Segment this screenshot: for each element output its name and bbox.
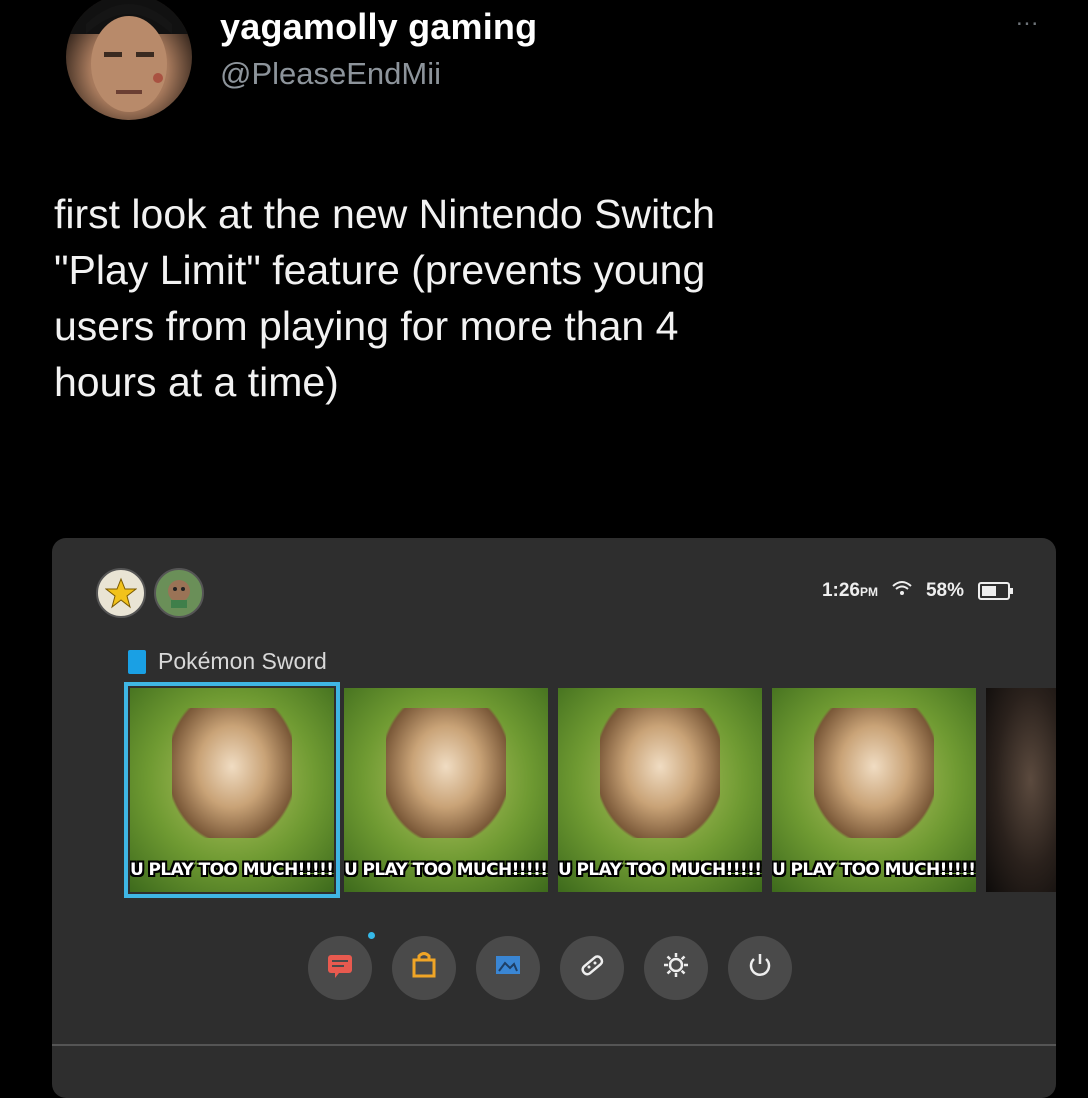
clock: 1:26PM bbox=[822, 580, 878, 602]
tweet-text-line: users from playing for more than 4 bbox=[54, 303, 679, 349]
monkey-image bbox=[172, 708, 292, 838]
monkey-image bbox=[814, 708, 934, 838]
game-tiles: U PLAY TOO MUCH!!!!!! U PLAY TOO MUCH!!!… bbox=[124, 682, 1056, 898]
tweet-header: yagamolly gaming @PleaseEndMii ... bbox=[52, 0, 1088, 130]
game-tile[interactable]: U PLAY TOO MUCH!!!!!! bbox=[558, 688, 762, 892]
tweet-text-line: hours at a time) bbox=[54, 359, 339, 405]
tile-caption: U PLAY TOO MUCH!!!!!! bbox=[130, 860, 334, 880]
selected-game-title: Pokémon Sword bbox=[128, 648, 327, 675]
news-button[interactable] bbox=[308, 936, 372, 1000]
game-tile[interactable]: U PLAY TOO MUCH!!!!!! bbox=[772, 688, 976, 892]
game-tile[interactable]: U PLAY TOO MUCH!!!!!! bbox=[344, 688, 548, 892]
user-villager-icon[interactable] bbox=[154, 568, 204, 618]
settings-button[interactable] bbox=[644, 936, 708, 1000]
footer-divider bbox=[52, 1044, 1056, 1046]
tweet-text-line: first look at the new Nintendo Switch bbox=[54, 191, 715, 237]
news-icon bbox=[325, 950, 355, 987]
monkey-image bbox=[386, 708, 506, 838]
user-handle[interactable]: @PleaseEndMii bbox=[220, 56, 441, 92]
status-bar: 1:26PM 58% bbox=[822, 580, 1013, 602]
clock-time: 1:26 bbox=[821, 580, 860, 601]
display-name[interactable]: yagamolly gaming bbox=[220, 6, 537, 48]
home-menu-buttons bbox=[308, 936, 792, 1000]
tweet-text: first look at the new Nintendo Switch "P… bbox=[54, 186, 1034, 410]
tweet-text-line: "Play Limit" feature (prevents young bbox=[54, 247, 706, 293]
tile-caption: U PLAY TOO MUCH!!!!!! bbox=[772, 860, 976, 880]
monkey-image bbox=[600, 708, 720, 838]
wifi-icon bbox=[892, 580, 912, 602]
album-button[interactable] bbox=[476, 936, 540, 1000]
clock-ampm: PM bbox=[859, 585, 878, 599]
gear-icon bbox=[661, 950, 691, 987]
controller-icon bbox=[577, 950, 607, 987]
tile-caption: U PLAY TOO MUCH!!!!!! bbox=[558, 860, 762, 880]
game-tile[interactable]: U PLAY TOO MUCH!!!!!! bbox=[124, 682, 340, 898]
battery-percent: 58% bbox=[925, 580, 964, 601]
user-icons bbox=[96, 568, 204, 618]
more-options-icon[interactable]: ... bbox=[1016, 4, 1039, 32]
shopping-bag-icon bbox=[409, 950, 439, 987]
power-icon bbox=[745, 950, 775, 987]
game-card-icon bbox=[128, 649, 146, 674]
switch-home-screenshot: 1:26PM 58% Pokémon Sword U PLAY TOO MUCH… bbox=[52, 538, 1056, 1098]
battery-icon bbox=[978, 582, 1013, 600]
eshop-button[interactable] bbox=[392, 936, 456, 1000]
game-title-label: Pokémon Sword bbox=[158, 648, 327, 674]
power-button[interactable] bbox=[728, 936, 792, 1000]
controllers-button[interactable] bbox=[560, 936, 624, 1000]
tile-caption: U PLAY TOO MUCH!!!!!! bbox=[344, 860, 548, 880]
avatar[interactable] bbox=[66, 0, 192, 120]
album-icon bbox=[493, 950, 523, 987]
user-star-icon[interactable] bbox=[96, 568, 146, 618]
game-tile-partial[interactable] bbox=[986, 688, 1056, 892]
